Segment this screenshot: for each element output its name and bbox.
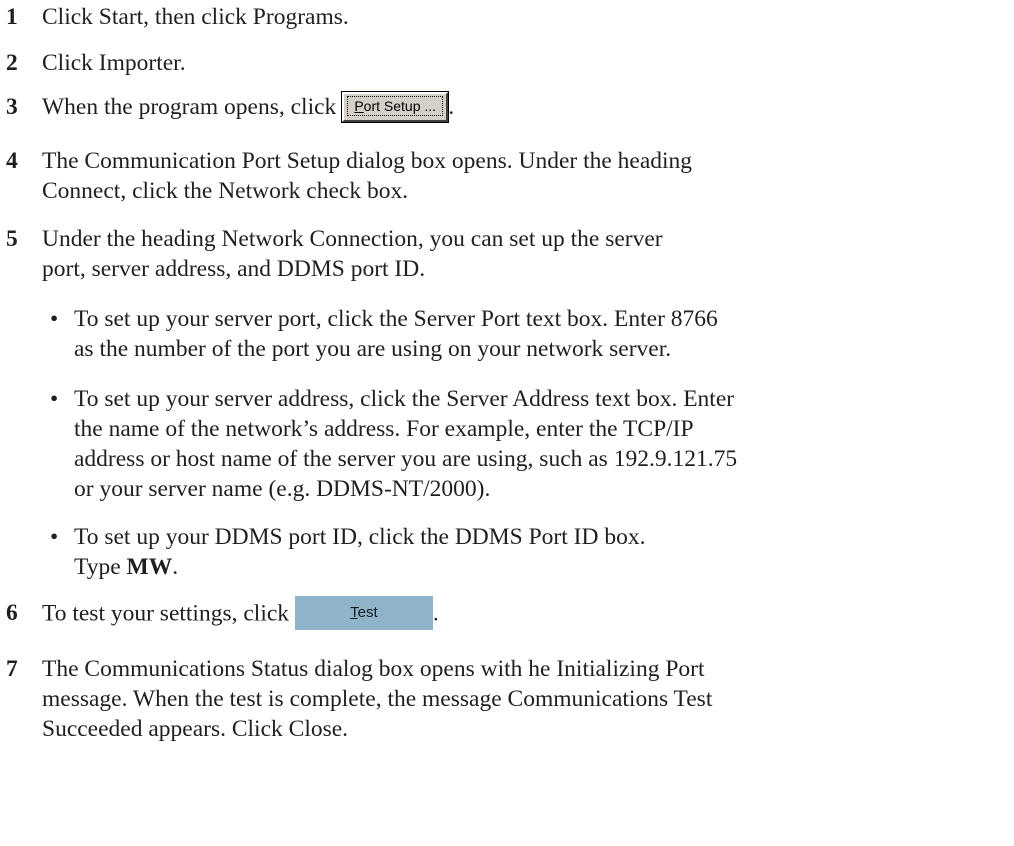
bullet-text-line: To set up your DDMS port ID, click the D… [74, 524, 646, 550]
step-text-line: message. When the test is complete, the … [42, 686, 713, 712]
step-number: 7 [6, 656, 18, 682]
step-number: 2 [6, 50, 18, 76]
step-text-line: Under the heading Network Connection, yo… [42, 226, 663, 252]
bullet-dot: • [50, 524, 59, 550]
bullet-dot: • [50, 306, 59, 332]
bullet-text-line: or your server name (e.g. DDMS-NT/2000). [74, 476, 491, 502]
step-number: 3 [6, 94, 18, 120]
bullet-text-line: To set up your server port, click the Se… [74, 306, 718, 332]
test-button[interactable]: Test [294, 596, 433, 630]
bullet-dot: • [50, 386, 59, 412]
step-text: Click Start, then click Programs. [42, 4, 349, 30]
step-text-line: port, server address, and DDMS port ID. [42, 256, 426, 282]
step-number: 4 [6, 148, 18, 174]
bullet-text-line: To set up your server address, click the… [74, 386, 735, 412]
port-setup-button[interactable]: Port Setup ... [341, 90, 450, 123]
bullet-text-line: address or host name of the server you a… [74, 446, 738, 472]
step-text-line: Succeeded appears. Click Close. [42, 716, 349, 742]
step-text: When the program opens, click [42, 94, 337, 120]
bullet-text-line: Type MW. [74, 554, 179, 580]
step-text-line: The Communications Status dialog box ope… [42, 656, 705, 682]
bullet-text-line: the name of the network’s address. For e… [74, 416, 694, 442]
step-text: Click Importer. [42, 50, 186, 76]
step-number: 5 [6, 226, 18, 252]
step-text-line: Connect, click the Network check box. [42, 178, 409, 204]
bullet-text-line: as the number of the port you are using … [74, 336, 672, 362]
step-number: 1 [6, 4, 18, 30]
step-text-line: The Communication Port Setup dialog box … [42, 148, 693, 174]
step-text: To test your settings, click [42, 600, 290, 627]
emphasis-mw: MW [126, 554, 173, 580]
step-number: 6 [6, 600, 18, 626]
